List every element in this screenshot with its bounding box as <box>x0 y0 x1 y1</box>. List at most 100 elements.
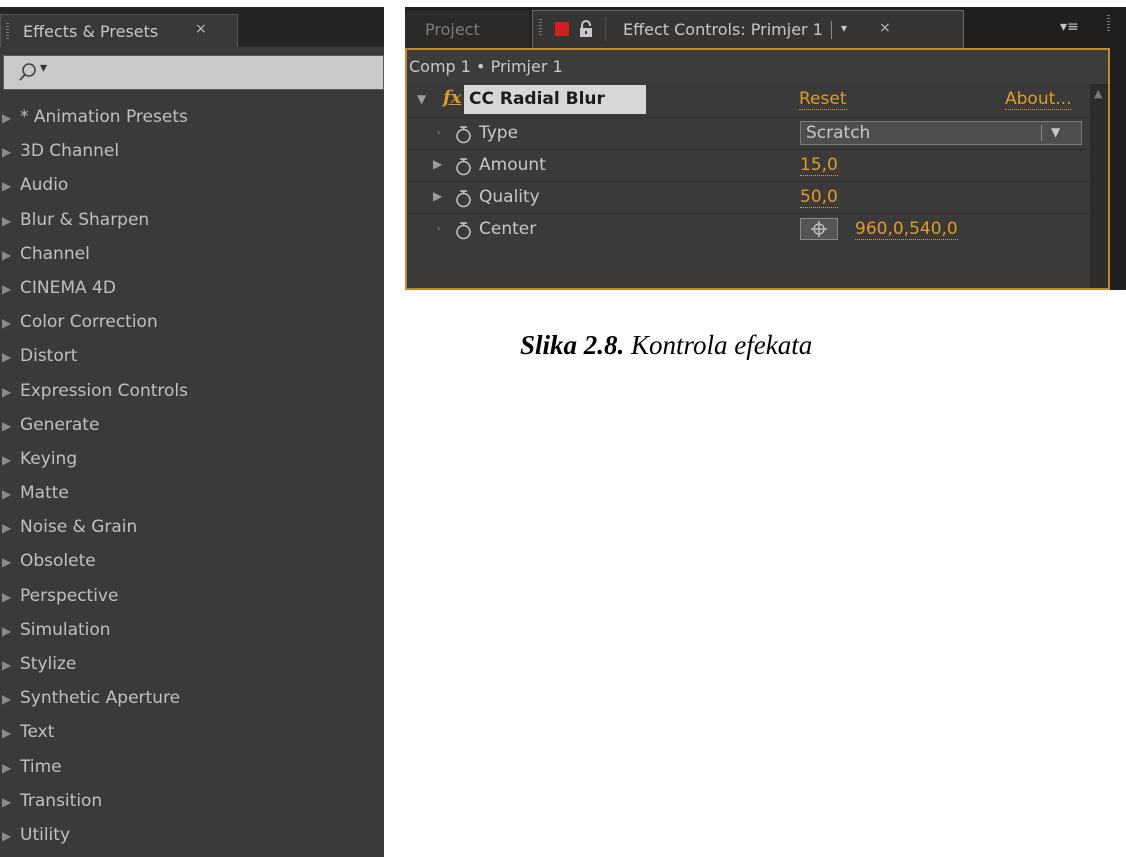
effects-search-input[interactable]: ▾ <box>3 55 384 90</box>
search-icon[interactable] <box>18 62 38 84</box>
expand-triangle-icon[interactable]: ▶ <box>2 340 14 374</box>
effect-category-label: Noise & Grain <box>20 517 138 538</box>
effect-category-label: Perspective <box>20 585 119 606</box>
expand-triangle-icon[interactable]: ▶ <box>433 189 442 203</box>
tab-grip-icon[interactable] <box>539 19 542 36</box>
effect-category-item[interactable]: ▶ Simulation <box>0 613 384 647</box>
chevron-down-icon: ▼ <box>1051 125 1061 139</box>
effect-category-item[interactable]: ▶ Noise & Grain <box>0 510 384 544</box>
close-icon[interactable]: × <box>195 21 207 37</box>
effect-category-label: * Animation Presets <box>20 107 188 127</box>
collapse-triangle-icon[interactable]: ▼ <box>417 92 426 106</box>
vertical-scrollbar[interactable]: ▲ <box>1090 84 1108 288</box>
expand-triangle-icon[interactable]: ▶ <box>2 101 14 135</box>
effect-category-label: Time <box>20 756 62 777</box>
stopwatch-icon[interactable] <box>455 157 472 176</box>
effect-category-label: Obsolete <box>20 551 96 572</box>
expand-triangle-icon[interactable]: ▶ <box>433 157 442 171</box>
tab-effects-presets-label: Effects & Presets <box>23 22 159 41</box>
effect-category-label: CINEMA 4D <box>20 277 116 298</box>
chevron-down-icon: ▾ <box>841 21 848 35</box>
expand-triangle-icon[interactable]: ▶ <box>2 716 14 750</box>
close-icon[interactable]: × <box>879 20 891 36</box>
effect-name-label: CC Radial Blur <box>469 89 605 109</box>
effect-category-item[interactable]: ▶ 3D Channel <box>0 134 384 168</box>
expand-triangle-icon[interactable]: ▶ <box>2 580 14 614</box>
type-dropdown[interactable]: Scratch ▼ <box>800 121 1082 145</box>
effect-category-item[interactable]: ▶ Transition <box>0 784 384 818</box>
effect-category-item[interactable]: ▶ Blur & Sharpen <box>0 203 384 237</box>
tab-effect-controls[interactable]: Effect Controls: Primjer 1 ▾ × <box>532 10 964 48</box>
expand-triangle-icon[interactable]: ▶ <box>2 306 14 340</box>
effect-category-label: Blur & Sharpen <box>20 209 150 230</box>
effect-category-label: Utility <box>20 824 71 845</box>
effect-category-item[interactable]: ▶ Perspective <box>0 579 384 613</box>
effect-category-label: Keying <box>20 448 78 469</box>
expand-triangle-icon[interactable]: ▶ <box>2 785 14 819</box>
expand-triangle-icon[interactable]: ▶ <box>2 204 14 238</box>
effect-category-item[interactable]: ▶ Audio <box>0 168 384 202</box>
expand-triangle-icon[interactable]: ▶ <box>2 443 14 477</box>
tab-grip-icon[interactable] <box>6 23 9 40</box>
effect-category-item[interactable]: ▶ CINEMA 4D <box>0 271 384 305</box>
expand-triangle-icon[interactable]: ▶ <box>2 169 14 203</box>
panel-grip-icon[interactable] <box>1107 15 1110 32</box>
effect-category-item[interactable]: ▶ Stylize <box>0 647 384 681</box>
stopwatch-icon[interactable] <box>455 189 472 208</box>
reset-link[interactable]: Reset <box>799 89 847 110</box>
expand-triangle-icon[interactable]: ▶ <box>2 545 14 579</box>
label-color-swatch[interactable] <box>555 22 569 36</box>
expand-triangle-icon[interactable]: ▶ <box>2 819 14 853</box>
quality-value-scrubber[interactable]: 50,0 <box>800 187 838 208</box>
fx-toggle-icon[interactable]: fx <box>443 87 461 108</box>
expand-triangle-icon[interactable]: ▶ <box>2 648 14 682</box>
tab-effects-presets[interactable]: Effects & Presets × <box>0 14 238 47</box>
effect-category-item[interactable]: ▶ * Animation Presets <box>0 100 384 134</box>
expand-triangle-icon[interactable]: ▶ <box>2 477 14 511</box>
effects-tabbar: Effects & Presets × <box>0 7 384 47</box>
effect-category-item[interactable]: ▶ Text <box>0 715 384 749</box>
tab-menu-button[interactable]: ▾ <box>831 19 865 41</box>
expand-triangle-icon[interactable]: ▶ <box>2 272 14 306</box>
effect-category-item[interactable]: ▶ Keying <box>0 442 384 476</box>
property-label-amount: Amount <box>479 155 546 175</box>
center-value-scrubber[interactable]: 960,0,540,0 <box>855 219 958 240</box>
effect-category-item[interactable]: ▶ Synthetic Aperture <box>0 681 384 715</box>
effect-category-label: Synthetic Aperture <box>20 688 181 709</box>
effect-category-list: ▶ * Animation Presets ▶ 3D Channel ▶ Audio ▶ Bl… <box>0 100 384 852</box>
effect-controls-panel: Project Effect Controls: Primjer 1 ▾ × ▾… <box>405 7 1126 290</box>
effect-category-item[interactable]: ▶ Distort <box>0 339 384 373</box>
property-row-center: Center 960,0,540,0 <box>407 214 1089 245</box>
scroll-up-icon[interactable]: ▲ <box>1094 87 1102 100</box>
effect-category-item[interactable]: ▶ Utility <box>0 818 384 852</box>
stopwatch-icon[interactable] <box>455 221 472 240</box>
expand-triangle-icon[interactable]: ▶ <box>2 238 14 272</box>
effect-category-item[interactable]: ▶ Expression Controls <box>0 374 384 408</box>
effect-category-label: Simulation <box>20 619 111 640</box>
expand-triangle-icon[interactable]: ▶ <box>2 409 14 443</box>
tab-project[interactable]: Project <box>405 10 530 48</box>
panel-menu-icon[interactable]: ▾≡ <box>1060 19 1079 35</box>
effect-category-label: Transition <box>20 790 103 811</box>
point-picker-button[interactable] <box>800 218 838 240</box>
effect-category-item[interactable]: ▶ Channel <box>0 237 384 271</box>
search-dropdown-icon[interactable]: ▾ <box>40 60 47 76</box>
expand-triangle-icon[interactable]: ▶ <box>2 682 14 716</box>
effect-category-item[interactable]: ▶ Time <box>0 750 384 784</box>
expand-triangle-icon[interactable]: ▶ <box>2 375 14 409</box>
property-row-quality: ▶ Quality 50,0 <box>407 182 1089 214</box>
effect-header-row[interactable]: ▼ fx CC Radial Blur Reset About... <box>407 84 1089 118</box>
about-link[interactable]: About... <box>1005 89 1072 110</box>
expand-triangle-icon[interactable]: ▶ <box>2 614 14 648</box>
effect-name[interactable]: CC Radial Blur <box>464 85 646 114</box>
expand-triangle-icon[interactable]: ▶ <box>2 511 14 545</box>
effect-category-item[interactable]: ▶ Color Correction <box>0 305 384 339</box>
effect-category-item[interactable]: ▶ Obsolete <box>0 544 384 578</box>
expand-triangle-icon[interactable]: ▶ <box>2 135 14 169</box>
effect-category-item[interactable]: ▶ Generate <box>0 408 384 442</box>
effect-category-item[interactable]: ▶ Matte <box>0 476 384 510</box>
stopwatch-icon[interactable] <box>455 125 472 144</box>
expand-triangle-icon[interactable]: ▶ <box>2 751 14 785</box>
amount-value-scrubber[interactable]: 15,0 <box>800 155 838 176</box>
lock-icon[interactable] <box>579 20 593 38</box>
